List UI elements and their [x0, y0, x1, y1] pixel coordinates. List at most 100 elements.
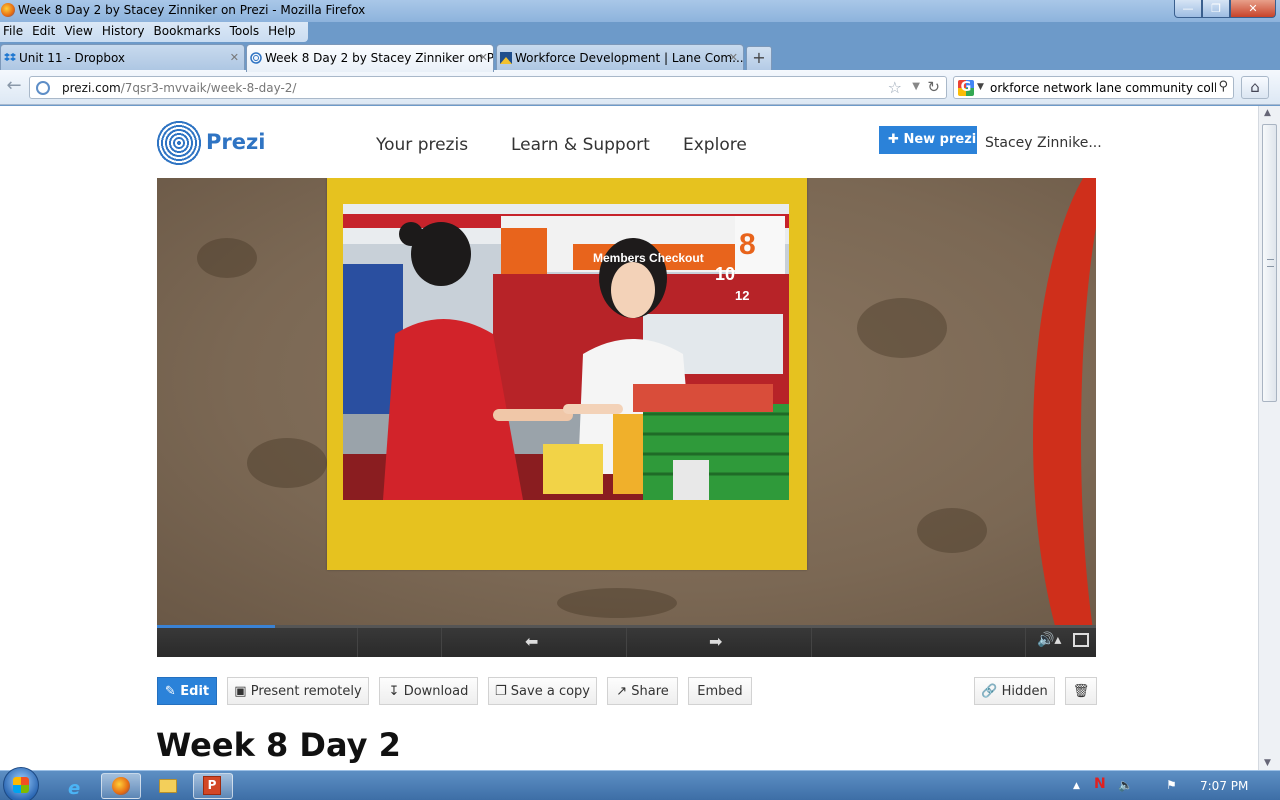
folder-icon — [159, 779, 177, 793]
scroll-up-icon[interactable]: ▲ — [1264, 108, 1271, 118]
menu-bookmarks[interactable]: Bookmarks — [151, 22, 224, 42]
site-identity-icon[interactable] — [36, 81, 50, 95]
windows-logo-icon — [13, 777, 29, 793]
menu-history[interactable]: History — [99, 22, 148, 42]
tab-label: Week 8 Day 2 by Stacey Zinniker on P... — [265, 51, 494, 65]
scrollbar-grip — [1267, 259, 1274, 267]
texture-speck — [197, 238, 257, 278]
pencil-icon: ✎ — [164, 684, 176, 699]
window-titlebar[interactable]: Week 8 Day 2 by Stacey Zinniker on Prezi… — [0, 0, 1280, 22]
sound-settings-icon[interactable]: 🔊▴ — [1037, 632, 1061, 648]
search-icon[interactable]: ⚲ — [1218, 79, 1228, 94]
new-prezi-button[interactable]: ✚ New prezi — [879, 126, 977, 154]
tab-close-icon[interactable]: ✕ — [729, 51, 738, 64]
new-prezi-label: New prezi — [903, 132, 977, 147]
search-input[interactable]: orkforce network lane community college — [990, 81, 1216, 95]
link-icon: 🔗 — [981, 684, 998, 699]
yellow-frame: 9 8 Members Checkout 10 12 — [327, 178, 807, 570]
tab-label: Unit 11 - Dropbox — [19, 51, 126, 65]
texture-speck — [917, 508, 987, 553]
engine-dropdown-icon[interactable]: ▼ — [977, 82, 984, 92]
internet-explorer-icon: e — [68, 778, 81, 799]
tab-label: Workforce Development | Lane Com... — [515, 51, 744, 65]
download-label: Download — [403, 684, 469, 699]
page-scrollbar[interactable]: ▲ ▼ — [1258, 106, 1280, 770]
scroll-down-icon[interactable]: ▼ — [1264, 758, 1271, 768]
share-button[interactable]: ↗ Share — [607, 677, 678, 705]
present-remotely-button[interactable]: ▣ Present remotely — [227, 677, 369, 705]
close-button[interactable]: ✕ — [1230, 0, 1276, 18]
nav-learn-support[interactable]: Learn & Support — [511, 135, 650, 155]
page-content: Prezi Your prezis Learn & Support Explor… — [0, 106, 1258, 770]
edit-button[interactable]: ✎ Edit — [157, 677, 217, 705]
red-accent-curve — [1033, 178, 1096, 625]
sign-members-checkout: Members Checkout — [593, 251, 704, 265]
tab-workforce[interactable]: Workforce Development | Lane Com... ✕ — [496, 44, 744, 70]
taskbar-ie[interactable]: e — [56, 773, 96, 799]
reload-icon[interactable]: ↻ — [927, 78, 940, 96]
new-tab-button[interactable]: + — [746, 46, 772, 70]
prezi-stage[interactable]: 9 8 Members Checkout 10 12 — [157, 178, 1096, 625]
texture-speck — [247, 438, 327, 488]
tab-dropbox[interactable]: Unit 11 - Dropbox ✕ — [0, 44, 245, 70]
home-button[interactable]: ⌂ — [1241, 76, 1269, 99]
search-bar[interactable]: G ▼ orkforce network lane community coll… — [953, 76, 1234, 99]
bookmark-star-icon[interactable]: ☆ — [888, 78, 902, 97]
control-divider — [357, 628, 358, 657]
menu-file[interactable]: File — [0, 22, 26, 42]
menu-tools[interactable]: Tools — [227, 22, 263, 42]
url-bar[interactable]: prezi.com/7qsr3-mvvaik/week-8-day-2/ ☆ ▼… — [29, 76, 947, 99]
start-button[interactable] — [3, 767, 39, 800]
hidden-label: Hidden — [1001, 684, 1048, 699]
checkout-photo[interactable]: 9 8 Members Checkout 10 12 — [343, 204, 789, 500]
hidden-button[interactable]: 🔗 Hidden — [974, 677, 1055, 705]
control-divider — [441, 628, 442, 657]
control-divider — [811, 628, 812, 657]
copy-icon: ❐ — [495, 684, 507, 699]
fullscreen-icon[interactable] — [1073, 633, 1089, 647]
tab-close-icon[interactable]: ✕ — [479, 51, 488, 64]
nav-your-prezis[interactable]: Your prezis — [376, 135, 468, 155]
present-remotely-label: Present remotely — [250, 684, 362, 699]
maximize-button[interactable]: ❐ — [1202, 0, 1230, 18]
prezi-logo-text[interactable]: Prezi — [206, 130, 265, 154]
embed-button[interactable]: Embed — [688, 677, 752, 705]
prezi-logo-icon[interactable] — [156, 120, 202, 166]
windows-taskbar: e P ▲ N 🔈 ⚑ 7:07 PM — [0, 767, 1280, 800]
tab-bar: Unit 11 - Dropbox ✕ Week 8 Day 2 by Stac… — [0, 42, 1280, 72]
tab-prezi[interactable]: Week 8 Day 2 by Stacey Zinniker on P... … — [246, 44, 494, 72]
delete-button[interactable]: 🗑 — [1065, 677, 1097, 705]
save-copy-button[interactable]: ❐ Save a copy — [488, 677, 597, 705]
firefox-icon — [1, 3, 15, 17]
sign-number-10: 10 — [715, 264, 735, 284]
window-controls: — ❐ ✕ — [1174, 0, 1276, 18]
history-dropdown-icon[interactable]: ▼ — [912, 81, 920, 92]
menu-edit[interactable]: Edit — [29, 22, 58, 42]
scrollbar-thumb[interactable] — [1262, 124, 1277, 402]
navigation-bar: ← prezi.com/7qsr3-mvvaik/week-8-day-2/ ☆… — [0, 70, 1280, 105]
prezi-icon — [250, 52, 262, 64]
lane-icon — [500, 52, 512, 64]
edit-label: Edit — [180, 684, 210, 699]
menu-view[interactable]: View — [61, 22, 95, 42]
volume-icon[interactable]: 🔈 — [1118, 778, 1133, 792]
tab-close-icon[interactable]: ✕ — [230, 51, 239, 64]
user-menu[interactable]: Stacey Zinnike... — [985, 135, 1102, 151]
window-title: Week 8 Day 2 by Stacey Zinniker on Prezi… — [18, 3, 366, 17]
next-step-icon[interactable]: ➡ — [709, 632, 722, 651]
google-icon[interactable]: G — [958, 80, 974, 96]
minimize-button[interactable]: — — [1174, 0, 1202, 18]
download-button[interactable]: ↧ Download — [379, 677, 478, 705]
texture-speck — [557, 588, 677, 618]
tray-expand-icon[interactable]: ▲ — [1073, 781, 1080, 791]
taskbar-clock[interactable]: 7:07 PM — [1200, 779, 1248, 793]
progress-fill — [157, 625, 276, 628]
share-icon: ↗ — [616, 684, 628, 699]
menu-help[interactable]: Help — [265, 22, 298, 42]
url-text[interactable]: prezi.com/7qsr3-mvvaik/week-8-day-2/ — [62, 81, 296, 95]
nav-explore[interactable]: Explore — [683, 135, 747, 155]
previous-step-icon[interactable]: ⬅ — [525, 632, 538, 651]
action-center-flag-icon[interactable]: ⚑ — [1166, 778, 1177, 792]
tray-n-icon[interactable]: N — [1094, 776, 1106, 792]
back-button[interactable]: ← — [3, 76, 25, 98]
